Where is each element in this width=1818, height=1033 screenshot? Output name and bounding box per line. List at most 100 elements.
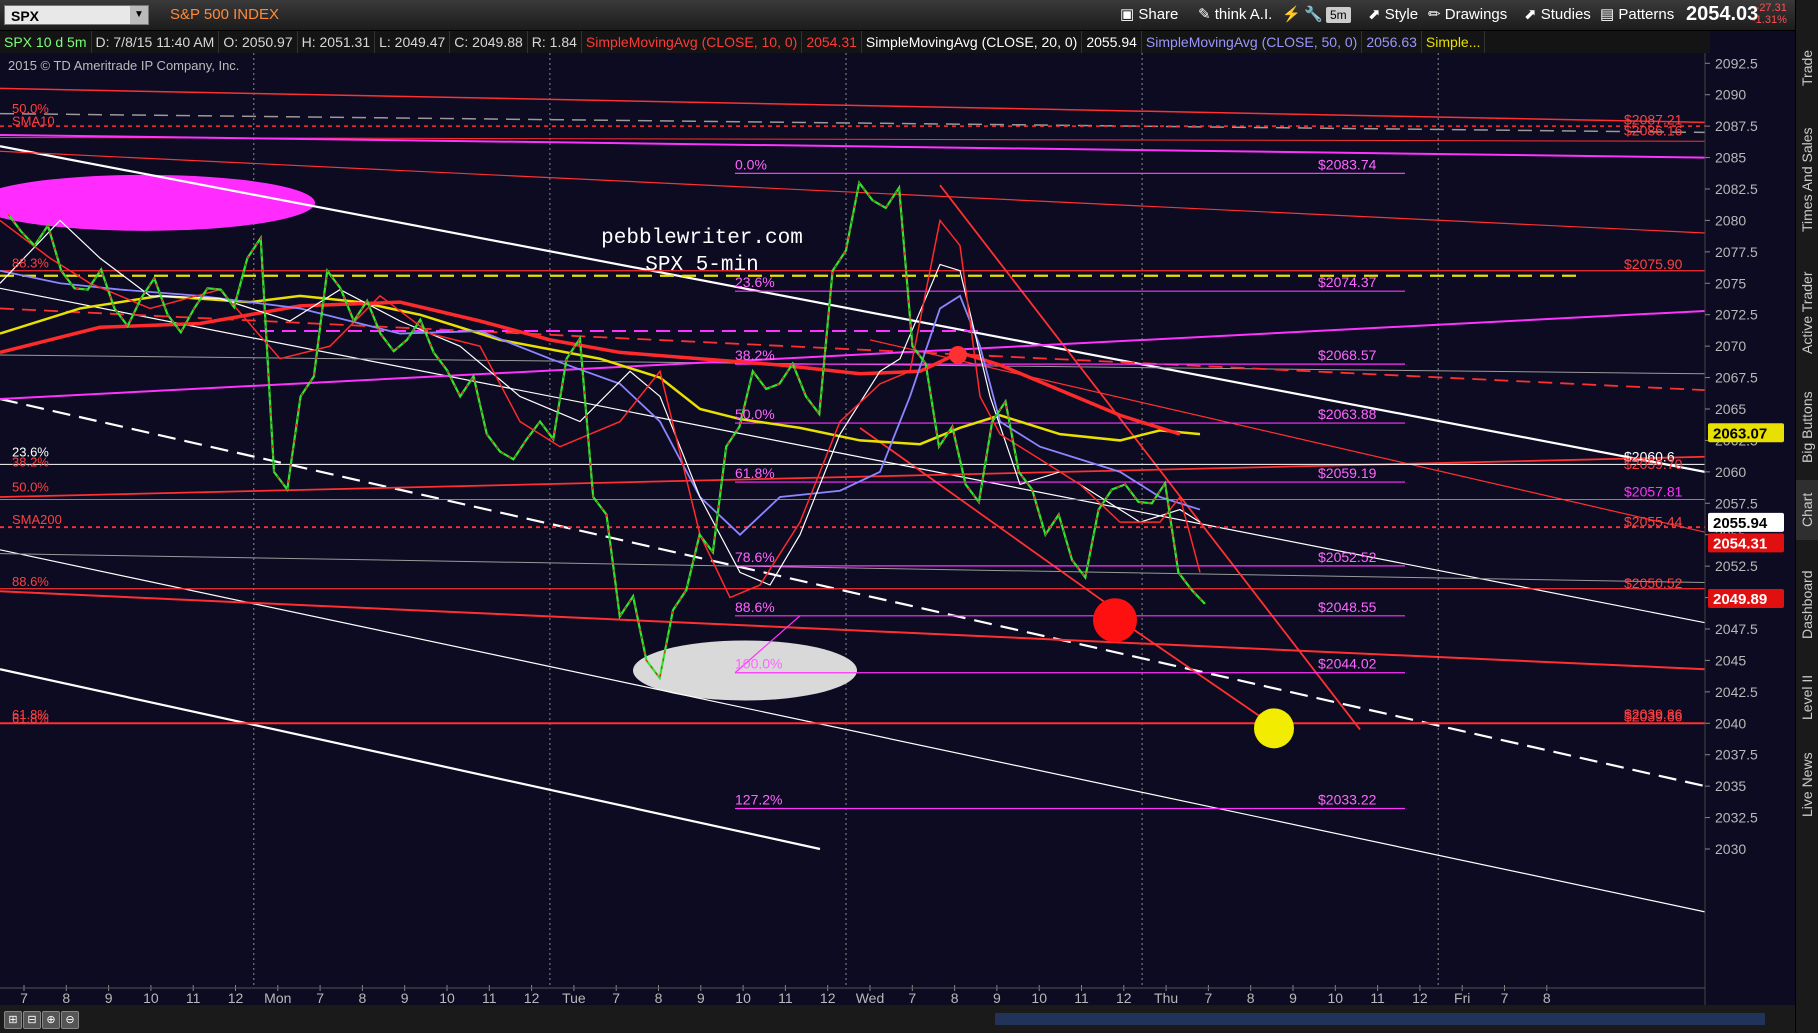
study-info-bar: SPX 10 d 5m D: 7/8/15 11:40 AM O: 2050.97 H…: [0, 31, 1710, 53]
sma10-label[interactable]: SimpleMovingAvg (CLOSE, 10, 0): [582, 31, 803, 53]
fib-level-label: 61.8%: [735, 465, 775, 481]
sma20-label[interactable]: SimpleMovingAvg (CLOSE, 20, 0): [862, 31, 1083, 53]
y-tick-label: 2087.5: [1715, 118, 1758, 134]
y-tick-label: 2040: [1715, 715, 1746, 731]
net-change-value: -27.31: [1755, 2, 1787, 14]
x-tick-label: Fri: [1454, 990, 1470, 1005]
x-tick-label: Tue: [562, 990, 586, 1005]
y-tick-label: 2052.5: [1715, 558, 1758, 574]
x-tick-label: 8: [359, 990, 367, 1005]
think-ai-button[interactable]: ✎ think A.I.: [1194, 4, 1276, 26]
fib-price-label: $2059.19: [1318, 465, 1377, 481]
timeframe-button[interactable]: 5m: [1326, 7, 1351, 23]
think-ai-icon: ✎: [1198, 6, 1215, 23]
symbol-value: SPX: [11, 8, 40, 24]
x-tick-label: 7: [20, 990, 28, 1005]
fib-price-label: $2044.02: [1318, 656, 1377, 672]
y-tick-label: 2090: [1715, 87, 1746, 103]
x-tick-label: 8: [655, 990, 663, 1005]
bar-high: H: 2051.31: [298, 31, 376, 53]
horizontal-scrollbar[interactable]: [995, 1013, 1765, 1025]
y-tick-label: 2080: [1715, 212, 1746, 228]
red-target-dot: [1093, 598, 1137, 643]
watermark-line-2: SPX 5-min: [645, 254, 758, 277]
x-tick-label: 11: [186, 990, 201, 1005]
sma50-label[interactable]: SimpleMovingAvg (CLOSE, 50, 0): [1142, 31, 1363, 53]
tab-live-news[interactable]: Live News: [1796, 740, 1818, 830]
net-change: -27.31 -1.31%: [1752, 2, 1787, 26]
zoom-out-icon[interactable]: ⊖: [61, 1011, 79, 1029]
study-title[interactable]: SPX 10 d 5m: [0, 31, 92, 53]
x-tick-label: 8: [1543, 990, 1551, 1005]
price-tag-label: 2055.94: [1713, 515, 1768, 532]
tab-times-and-sales[interactable]: Times And Sales: [1796, 115, 1818, 245]
x-tick-label: 9: [401, 990, 409, 1005]
symbol-input[interactable]: SPX ▼: [4, 5, 149, 25]
left-level-label: SMA200: [12, 512, 62, 527]
left-level-label: 61.8%: [12, 707, 49, 722]
net-change-percent: -1.31%: [1752, 14, 1787, 26]
sma10-value: 2054.31: [802, 31, 862, 53]
left-level-label: 38.2%: [12, 454, 49, 469]
zoom-in-icon[interactable]: ⊕: [42, 1011, 60, 1029]
fib-level-label: 127.2%: [735, 792, 782, 808]
chevron-down-icon[interactable]: ▼: [130, 6, 148, 24]
fib-level-label: 0.0%: [735, 156, 767, 172]
y-tick-label: 2042.5: [1715, 684, 1758, 700]
tab-dashboard[interactable]: Dashboard: [1796, 555, 1818, 655]
x-tick-label: 12: [1412, 990, 1428, 1005]
style-button[interactable]: ⬈ Style: [1364, 4, 1422, 26]
x-tick-label: 8: [62, 990, 70, 1005]
x-tick-label: 10: [1328, 990, 1344, 1005]
y-tick-label: 2030: [1715, 841, 1746, 857]
right-level-label: $2059.70: [1624, 456, 1683, 472]
symbol-description: S&P 500 INDEX: [170, 6, 279, 23]
more-studies[interactable]: Simple...: [1422, 31, 1486, 53]
patterns-button[interactable]: ▤ Patterns: [1596, 4, 1678, 26]
copyright-text: 2015 © TD Ameritrade IP Company, Inc.: [8, 58, 239, 73]
tab-trade[interactable]: Trade: [1796, 36, 1818, 100]
x-tick-label: 12: [228, 990, 244, 1005]
x-tick-label: 9: [697, 990, 705, 1005]
y-tick-label: 2067.5: [1715, 370, 1758, 386]
y-tick-label: 2070: [1715, 338, 1746, 354]
bar-range: R: 1.84: [528, 31, 582, 53]
y-tick-label: 2037.5: [1715, 747, 1758, 763]
red-crossover-dot: [949, 345, 967, 364]
left-level-label: 50.0%: [12, 479, 49, 494]
share-button[interactable]: ▣ Share: [1116, 4, 1182, 26]
x-tick-label: 10: [439, 990, 455, 1005]
tab-active-trader[interactable]: Active Trader: [1796, 258, 1818, 368]
wrench-icon[interactable]: 🔧: [1300, 4, 1327, 26]
zoom-fit-icon[interactable]: ⊞: [4, 1011, 22, 1029]
right-level-label: $2055.44: [1624, 514, 1683, 530]
left-level-label: 88.6%: [12, 574, 49, 589]
y-tick-label: 2072.5: [1715, 307, 1758, 323]
price-chart[interactable]: 0.0% $2083.7423.6% $2074.3738.2% $2068.5750…: [0, 53, 1795, 1005]
x-tick-label: 11: [1370, 990, 1385, 1005]
x-tick-label: 11: [778, 990, 793, 1005]
y-tick-label: 2032.5: [1715, 810, 1758, 826]
x-tick-label: 10: [735, 990, 751, 1005]
toolbar: SPX ▼ S&P 500 INDEX ▣ Share ✎ think A.I.…: [0, 0, 1795, 31]
sma50-value: 2056.63: [1362, 31, 1422, 53]
x-tick-label: 7: [612, 990, 620, 1005]
price-tag-label: 2049.89: [1713, 591, 1767, 608]
zoom-reset-icon[interactable]: ⊟: [23, 1011, 41, 1029]
x-tick-label: Thu: [1154, 990, 1178, 1005]
pencil-icon: ✏: [1428, 6, 1445, 23]
watermark-line-1: pebblewriter.com: [601, 227, 803, 250]
drawings-button[interactable]: ✏ Drawings: [1424, 4, 1511, 26]
tab-big-buttons[interactable]: Big Buttons: [1796, 382, 1818, 472]
y-tick-label: 2035: [1715, 778, 1746, 794]
y-tick-label: 2045: [1715, 652, 1746, 668]
studies-button[interactable]: ⬈ Studies: [1520, 4, 1595, 26]
price-tag-label: 2063.07: [1713, 425, 1767, 442]
right-sidebar-tabs: Trade Times And Sales Active Trader Big …: [1795, 0, 1818, 1033]
y-tick-label: 2057.5: [1715, 495, 1758, 511]
fib-price-label: $2083.74: [1318, 156, 1377, 172]
x-tick-label: Mon: [264, 990, 291, 1005]
tab-level-ii[interactable]: Level II: [1796, 662, 1818, 732]
tab-chart[interactable]: Chart: [1796, 480, 1818, 540]
y-tick-label: 2085: [1715, 150, 1746, 166]
